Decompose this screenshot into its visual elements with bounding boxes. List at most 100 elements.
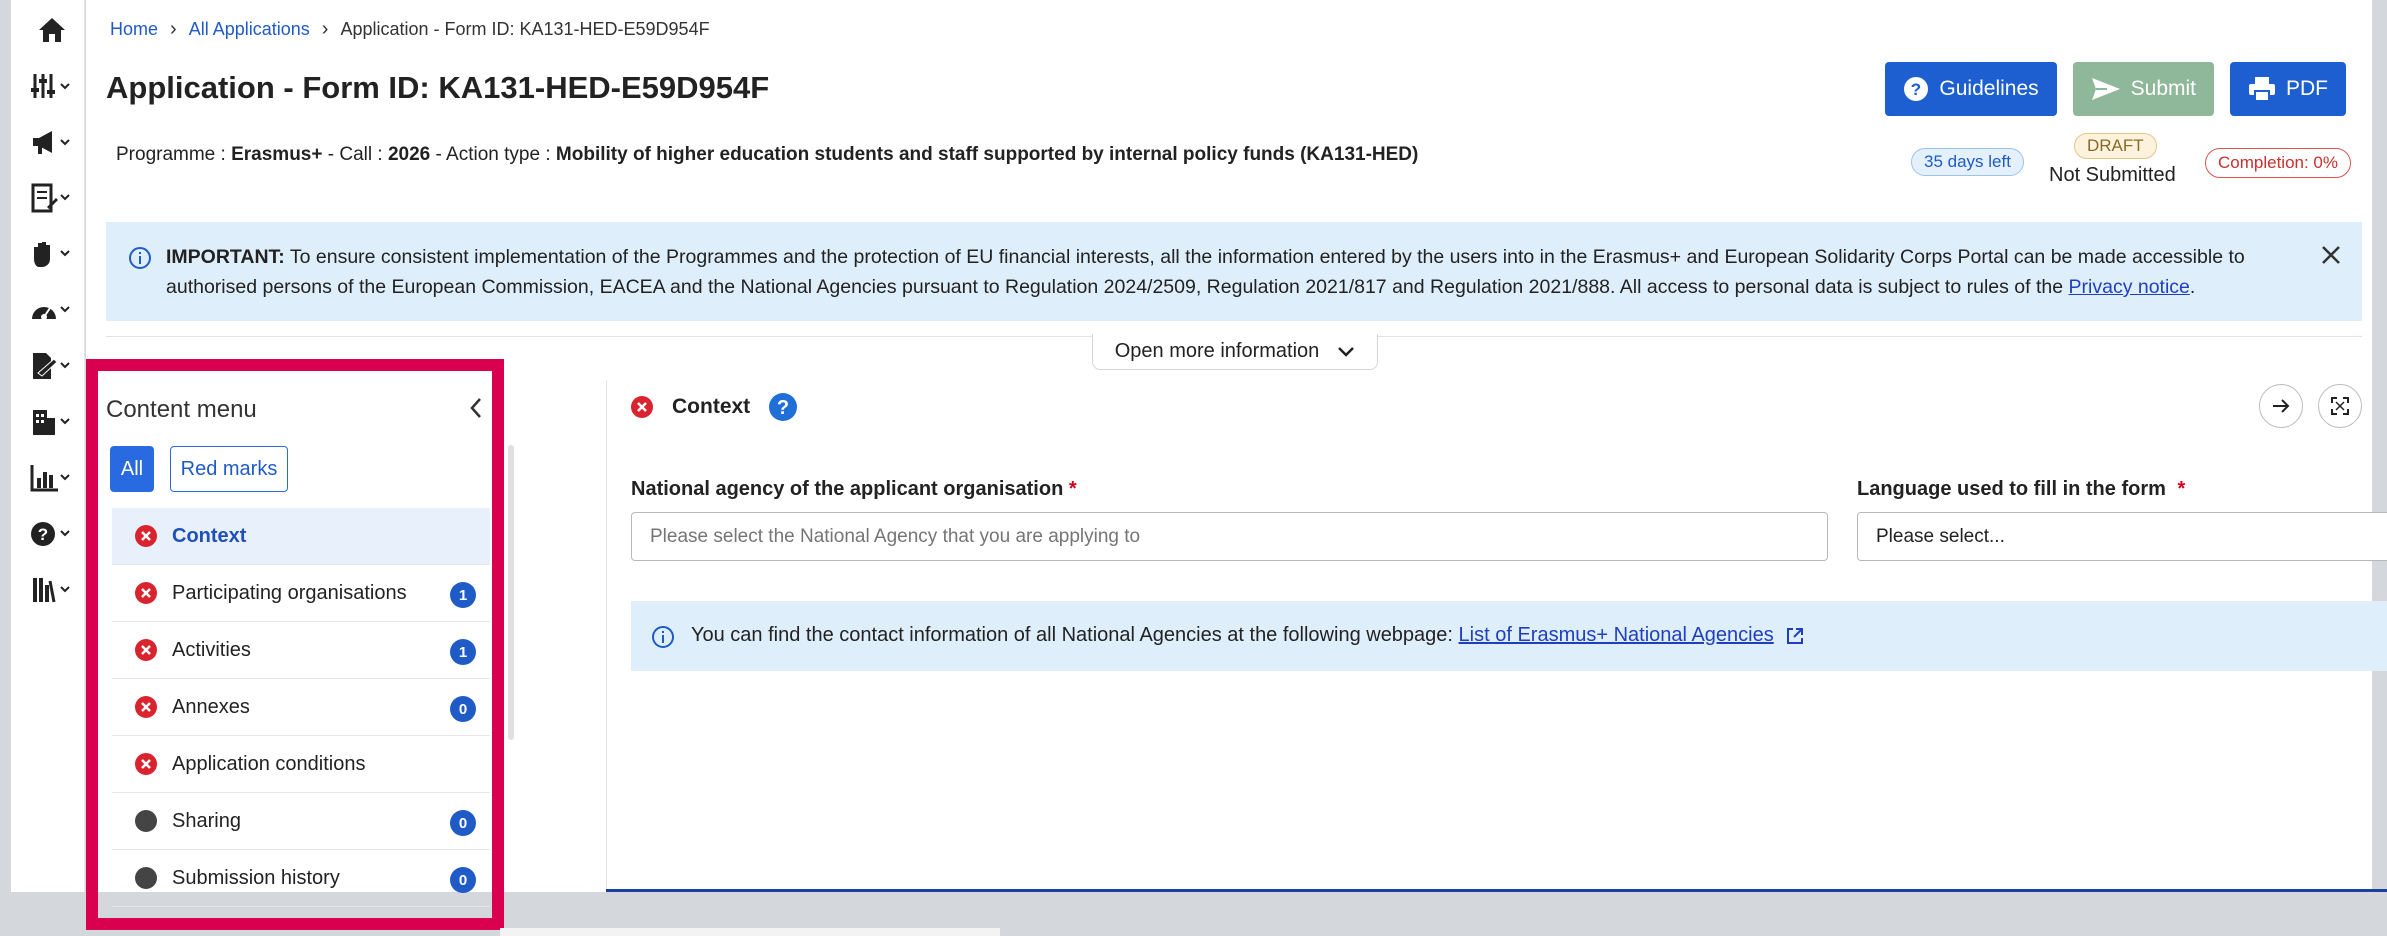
expand-button[interactable]: [2318, 384, 2362, 428]
menu-item-label: Participating organisations: [172, 581, 407, 604]
programme-info: Programme : Erasmus+ - Call : 2026 - Act…: [116, 144, 1418, 166]
chevron-down-icon: [1338, 346, 1355, 357]
menu-item-annexes[interactable]: Annexes 0: [112, 679, 490, 736]
help-icon[interactable]: ?: [25, 514, 79, 554]
chevron-right-icon: ›: [321, 18, 329, 40]
days-left-badge: 35 days left: [1911, 148, 2024, 176]
menu-item-label: Activities: [172, 638, 251, 661]
open-more-label: Open more information: [1114, 340, 1320, 362]
library-icon[interactable]: [25, 570, 79, 610]
menu-scrollbar[interactable]: [508, 445, 514, 740]
open-more-information-button[interactable]: Open more information: [1092, 334, 1378, 370]
error-icon: [134, 524, 158, 548]
printer-icon: [2249, 77, 2275, 102]
content-menu-title: Content menu: [106, 396, 257, 423]
info-text: You can find the contact information of …: [691, 624, 1453, 646]
menu-item-application-conditions[interactable]: Application conditions: [112, 736, 490, 793]
external-link-icon[interactable]: [1785, 626, 1805, 646]
page-title: Application - Form ID: KA131-HED-E59D954…: [106, 70, 770, 105]
notice-strong: IMPORTANT:: [166, 246, 285, 268]
programme-label: Programme :: [116, 144, 226, 165]
call-value: 2026: [387, 144, 431, 165]
arrow-right-icon: [2273, 399, 2290, 413]
draft-badge: DRAFT: [2074, 133, 2157, 159]
section-header: Context ?: [630, 392, 798, 422]
signature-document-icon[interactable]: [25, 346, 79, 386]
error-icon: [134, 695, 158, 719]
settings-sliders-icon[interactable]: [25, 66, 79, 106]
svg-text:?: ?: [38, 525, 48, 544]
info-icon: [652, 626, 674, 648]
document-edit-icon[interactable]: [25, 178, 79, 218]
menu-item-label: Submission history: [172, 866, 340, 889]
language-select[interactable]: Please select...: [1857, 512, 2387, 561]
menu-item-label: Annexes: [172, 695, 250, 718]
menu-item-sharing[interactable]: Sharing 0: [112, 793, 490, 850]
menu-item-participating-organisations[interactable]: Participating organisations 1: [112, 565, 490, 622]
megaphone-icon[interactable]: [25, 122, 79, 162]
chevron-left-icon[interactable]: [468, 396, 484, 420]
menu-item-submission-history[interactable]: Submission history 0: [112, 850, 490, 907]
call-label: - Call :: [327, 144, 383, 165]
notice-end: .: [2189, 276, 2196, 298]
chevron-right-icon: ›: [170, 18, 177, 40]
breadcrumb: Home › All Applications › Application - …: [110, 18, 710, 41]
national-agency-input[interactable]: [631, 512, 1828, 561]
svg-text:?: ?: [777, 397, 789, 419]
error-icon: [134, 581, 158, 605]
action-type-label: - Action type :: [435, 144, 551, 165]
building-icon[interactable]: [25, 402, 79, 442]
required-marker: *: [1068, 478, 1077, 500]
dashboard-gauge-icon[interactable]: [25, 290, 79, 330]
important-notice: IMPORTANT: To ensure consistent implemen…: [106, 222, 2362, 321]
content-menu-list: Context Participating organisations 1 Ac…: [112, 508, 490, 907]
label-text: National agency of the applicant organis…: [631, 478, 1064, 500]
guidelines-button[interactable]: ? Guidelines: [1885, 62, 2057, 116]
programme-value: Erasmus+: [231, 144, 323, 165]
pdf-label: PDF: [2286, 77, 2328, 100]
submit-label: Submit: [2130, 77, 2196, 100]
notice-text: To ensure consistent implementation of t…: [166, 246, 2245, 298]
national-agencies-info: You can find the contact information of …: [631, 601, 2387, 671]
bottom-border: [606, 889, 2387, 892]
count-badge: 1: [450, 582, 476, 608]
national-agencies-link[interactable]: List of Erasmus+ National Agencies: [1459, 624, 1774, 646]
error-icon: [134, 752, 158, 776]
breadcrumb-all-applications[interactable]: All Applications: [189, 19, 310, 40]
panel-divider: [606, 380, 607, 892]
expand-icon: [2331, 397, 2349, 415]
section-title: Context: [672, 395, 751, 418]
pdf-button[interactable]: PDF: [2230, 62, 2346, 116]
menu-item-label: Sharing: [172, 809, 241, 832]
svg-text:?: ?: [1911, 80, 1921, 99]
menu-item-activities[interactable]: Activities 1: [112, 622, 490, 679]
main-content: Home › All Applications › Application - …: [86, 0, 2387, 907]
completion-badge: Completion: 0%: [2205, 148, 2352, 178]
next-section-button[interactable]: [2259, 384, 2303, 428]
close-icon[interactable]: [2320, 244, 2342, 266]
count-badge: 0: [450, 810, 476, 836]
help-icon[interactable]: ?: [768, 392, 798, 422]
icon-rail: ?: [11, 0, 85, 892]
action-type-value: Mobility of higher education students an…: [555, 144, 1419, 165]
guidelines-label: Guidelines: [1939, 77, 2039, 100]
privacy-notice-link[interactable]: Privacy notice: [2069, 276, 2190, 298]
hand-icon[interactable]: [25, 234, 79, 274]
bar-chart-icon[interactable]: [25, 458, 79, 498]
filter-all-button[interactable]: All: [110, 446, 154, 492]
count-badge: 0: [450, 867, 476, 893]
menu-item-label: Application conditions: [172, 752, 366, 775]
breadcrumb-home[interactable]: Home: [110, 19, 158, 40]
home-icon[interactable]: [25, 10, 79, 50]
count-badge: 0: [450, 696, 476, 722]
help-icon: ?: [1904, 77, 1929, 101]
link-text: List of Erasmus+ National Agencies: [1458, 624, 1774, 646]
filter-red-marks-button[interactable]: Red marks: [170, 446, 288, 492]
neutral-status-icon: [134, 866, 158, 890]
language-select-value: Please select...: [1876, 526, 2005, 547]
submit-button[interactable]: Submit: [2072, 62, 2214, 116]
menu-item-context[interactable]: Context: [112, 508, 490, 565]
national-agency-label: National agency of the applicant organis…: [631, 478, 1077, 501]
language-label: Language used to fill in the form *: [1857, 478, 2185, 501]
label-text: Language used to fill in the form: [1857, 478, 2166, 500]
